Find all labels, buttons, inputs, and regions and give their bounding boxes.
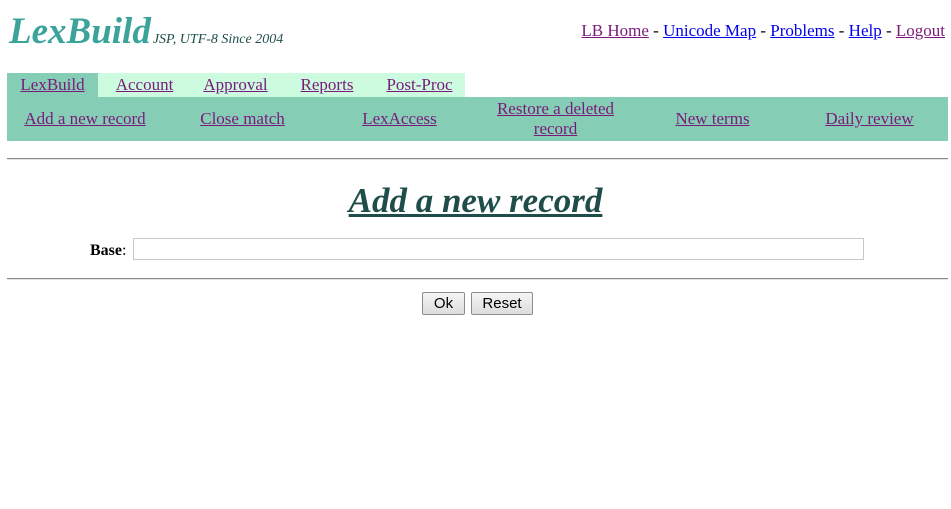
subnav-new-terms[interactable]: New terms xyxy=(634,109,791,129)
ok-button[interactable]: Ok xyxy=(422,292,465,315)
link-separator: - xyxy=(648,21,664,40)
base-label: Base: xyxy=(90,242,127,259)
page-title-text: Add a new record xyxy=(348,181,603,220)
tab-post-proc[interactable]: Post-Proc xyxy=(374,73,465,97)
subnav-restore-deleted-record[interactable]: Restore a deleted record xyxy=(487,99,624,139)
base-label-text: Base xyxy=(90,242,122,259)
subnav-add-new-record[interactable]: Add a new record xyxy=(7,109,163,129)
subnav-daily-review[interactable]: Daily review xyxy=(791,109,948,129)
main-tabs: LexBuild Account Approval Reports Post-P… xyxy=(7,73,465,97)
link-separator: - xyxy=(756,21,771,40)
link-separator: - xyxy=(881,21,896,40)
divider xyxy=(7,278,948,280)
subnav-lexaccess[interactable]: LexAccess xyxy=(321,109,478,129)
base-input[interactable] xyxy=(133,238,864,260)
unicode-map-link[interactable]: Unicode Map xyxy=(663,21,756,40)
sub-navigation: Add a new record Close match LexAccess R… xyxy=(7,97,948,141)
logo-text: LexBuild xyxy=(9,11,151,52)
subnav-close-match[interactable]: Close match xyxy=(164,109,321,129)
divider xyxy=(7,158,948,160)
reset-button[interactable]: Reset xyxy=(471,292,533,315)
top-links: LB Home - Unicode Map - Problems - Help … xyxy=(581,21,945,41)
logo-tagline: JSP, UTF-8 Since 2004 xyxy=(152,32,284,47)
problems-link[interactable]: Problems xyxy=(770,21,834,40)
tab-lexbuild[interactable]: LexBuild xyxy=(7,73,98,97)
link-separator: - xyxy=(834,21,849,40)
lb-home-link[interactable]: LB Home xyxy=(581,21,649,40)
help-link[interactable]: Help xyxy=(849,21,882,40)
logout-link[interactable]: Logout xyxy=(896,21,945,40)
page-title: Add a new record xyxy=(0,180,951,222)
tab-account[interactable]: Account xyxy=(98,73,191,97)
app-logo: LexBuild JSP, UTF-8 Since 2004 xyxy=(9,10,283,62)
tab-reports[interactable]: Reports xyxy=(280,73,374,97)
tab-approval[interactable]: Approval xyxy=(191,73,280,97)
